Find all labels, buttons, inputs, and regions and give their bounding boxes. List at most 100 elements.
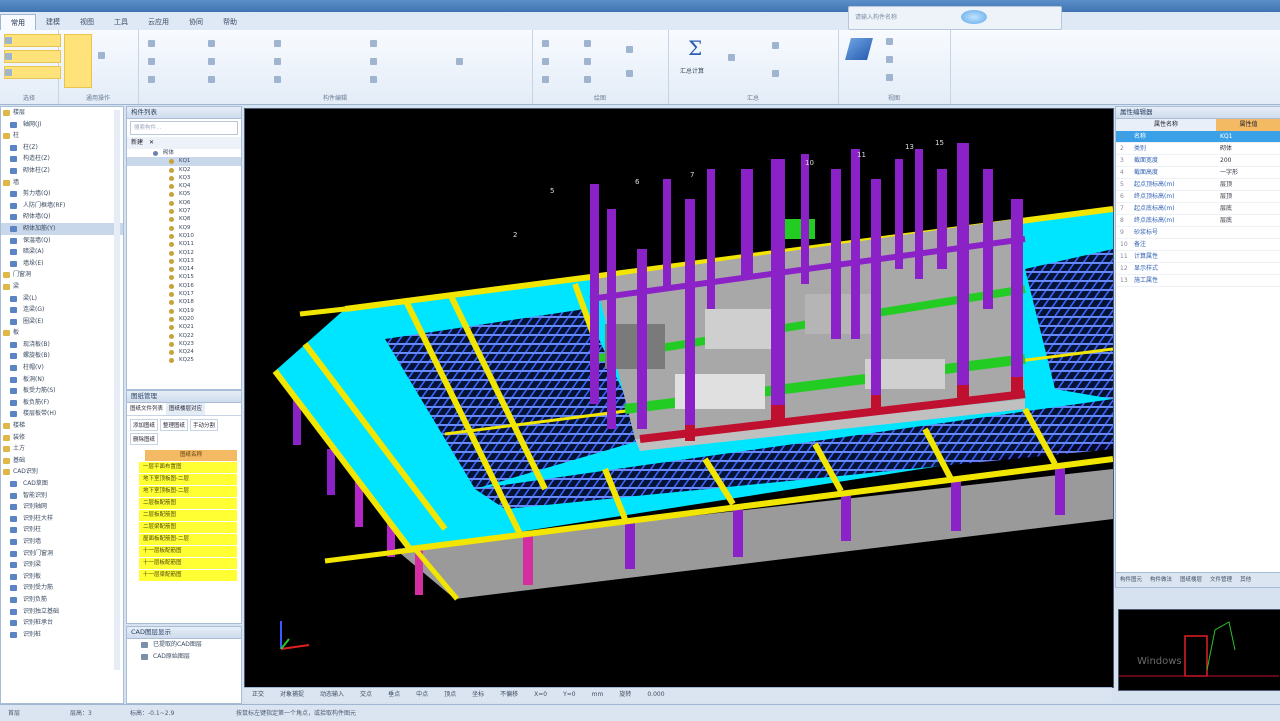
nav-item[interactable]: 识别桩 <box>1 629 123 641</box>
component-item[interactable]: KQ13 <box>127 257 241 265</box>
component-item[interactable]: KQ7 <box>127 207 241 215</box>
rotate-input[interactable]: 0.000 <box>639 688 672 702</box>
component-item[interactable]: KQ3 <box>127 174 241 182</box>
property-row[interactable]: 5 起点顶标高(m) 层顶 <box>1116 179 1280 191</box>
tab-modeling[interactable]: 建模 <box>36 14 70 30</box>
offset-select[interactable]: 不偏移 <box>492 688 526 702</box>
nav-folder[interactable]: CAD识别 <box>1 466 123 478</box>
nav-item[interactable]: CAD草图 <box>1 478 123 490</box>
batch-layout-button[interactable] <box>626 68 671 79</box>
delete-component-button[interactable]: ✕ <box>149 137 154 149</box>
nav-item[interactable]: 识别墙 <box>1 536 123 548</box>
search-icon[interactable] <box>961 10 987 24</box>
right-tab[interactable]: 构件做法 <box>1146 573 1176 587</box>
tab-common[interactable]: 常用 <box>0 14 36 31</box>
nav-item[interactable]: 识别轴网 <box>1 501 123 513</box>
split-drawing-button[interactable]: 手动分割 <box>190 419 219 431</box>
quick-search[interactable]: 请输入构件名称 <box>848 6 1062 30</box>
nav-item[interactable]: 识别梁 <box>1 559 123 571</box>
nav-item[interactable]: 楼层板带(H) <box>1 408 123 420</box>
property-row[interactable]: 12 显示样式 <box>1116 263 1280 275</box>
line-button[interactable] <box>542 56 585 67</box>
component-item[interactable]: KQ14 <box>127 265 241 273</box>
smart-layout-button[interactable] <box>584 56 625 67</box>
nav-item[interactable]: 柱(Z) <box>1 142 123 154</box>
dynamic-input-toggle[interactable]: 动态输入 <box>312 688 352 702</box>
nav-item[interactable]: 板洞(N) <box>1 374 123 386</box>
component-item[interactable]: KQ25 <box>127 356 241 364</box>
x-input[interactable]: X=0 <box>526 688 555 702</box>
merge-button[interactable] <box>370 74 445 85</box>
sigma-icon[interactable]: Σ <box>688 36 702 60</box>
component-item[interactable]: KQ9 <box>127 224 241 232</box>
nav-item[interactable]: 识别板 <box>1 571 123 583</box>
extend-button[interactable] <box>274 56 345 67</box>
nav-item[interactable]: 柱帽(V) <box>1 362 123 374</box>
nav-item[interactable]: 板负筋(F) <box>1 397 123 409</box>
component-item[interactable]: KQ15 <box>127 273 241 281</box>
summary-calc-label[interactable]: 汇总计算 <box>680 66 704 75</box>
tab-drawing-files[interactable]: 图纸文件列表 <box>127 403 167 415</box>
nav-item[interactable]: 连梁(G) <box>1 304 123 316</box>
break-button[interactable] <box>370 56 445 67</box>
status-floor[interactable]: 首层 <box>8 708 20 717</box>
nav-folder[interactable]: 基础 <box>1 455 123 467</box>
nav-folder[interactable]: 土方 <box>1 443 123 455</box>
offset-button[interactable] <box>370 38 445 49</box>
large-select-button[interactable] <box>64 34 92 88</box>
point-button[interactable] <box>542 38 585 49</box>
component-item[interactable]: KQ6 <box>127 199 241 207</box>
nav-item[interactable]: 砌体加筋(Y) <box>1 222 123 235</box>
nav-folder[interactable]: 装修 <box>1 432 123 444</box>
right-tab[interactable]: 文件管理 <box>1206 573 1236 587</box>
partial-3d-button[interactable] <box>886 72 941 83</box>
nav-item[interactable]: 保温墙(Q) <box>1 235 123 247</box>
drawing-sheet-row[interactable]: 一层平面布置图 <box>139 462 237 473</box>
nav-folder[interactable]: 楼梯 <box>1 420 123 432</box>
copy-button[interactable] <box>208 38 265 49</box>
component-item[interactable]: KQ18 <box>127 298 241 306</box>
align-button[interactable] <box>274 38 371 49</box>
nav-item[interactable]: 识别受力筋 <box>1 582 123 594</box>
nav-item[interactable]: 砌体墙(Q) <box>1 211 123 223</box>
property-row[interactable]: 6 终点顶标高(m) 层顶 <box>1116 191 1280 203</box>
component-item[interactable]: KQ4 <box>127 182 241 190</box>
mirror-button[interactable] <box>208 74 265 85</box>
component-search-input[interactable]: 搜索构件... <box>130 121 238 135</box>
drawing-sheet-row[interactable]: 二层梁配筋图 <box>139 522 237 533</box>
nav-item[interactable]: 识别柱 <box>1 524 123 536</box>
property-row[interactable]: 2 类别 砌体 <box>1116 143 1280 155</box>
nav-tree-scrollbar[interactable] <box>114 110 120 670</box>
batch-select-button[interactable] <box>98 50 139 61</box>
component-item[interactable]: KQ5 <box>127 190 241 198</box>
minimap[interactable]: Windows <box>1118 609 1280 691</box>
define-button[interactable] <box>148 38 207 49</box>
rotate-point-button[interactable] <box>584 74 625 85</box>
edit-rebar-button[interactable] <box>772 68 839 79</box>
component-item[interactable]: KQ20 <box>127 315 241 323</box>
organize-drawing-button[interactable]: 整理图纸 <box>160 419 189 431</box>
nav-folder[interactable]: 板 <box>1 327 123 339</box>
property-row[interactable]: 4 截面高度 一字形 <box>1116 167 1280 179</box>
drawing-sheet-row[interactable]: 地下室顶板图-二层 <box>139 486 237 497</box>
add-drawing-button[interactable]: 添加图纸 <box>130 419 159 431</box>
nav-item[interactable]: 人防门框墙(RF) <box>1 200 123 212</box>
split-button[interactable] <box>456 56 517 67</box>
tab-tools[interactable]: 工具 <box>104 14 138 30</box>
property-row[interactable]: 10 备注 <box>1116 239 1280 251</box>
dynamic-view-button[interactable] <box>886 54 941 65</box>
drawing-sheet-row[interactable]: 十一层梁配筋图 <box>139 570 237 581</box>
component-item[interactable]: KQ24 <box>127 348 241 356</box>
snap-coordinate[interactable]: 坐标 <box>464 688 492 702</box>
layout-button[interactable] <box>626 44 671 55</box>
snap-vertex[interactable]: 顶点 <box>436 688 464 702</box>
new-component-button[interactable]: 新建 <box>131 137 143 149</box>
3d-viewport[interactable]: 6 7 10 11 13 15 5 2 <box>244 108 1114 688</box>
tab-help[interactable]: 帮助 <box>213 14 247 30</box>
nav-item[interactable]: 识别柱大样 <box>1 513 123 525</box>
tab-view[interactable]: 视图 <box>70 14 104 30</box>
nav-item[interactable]: 砌体柱(Z) <box>1 165 123 177</box>
snap-toggle[interactable]: 对象捕捉 <box>272 688 312 702</box>
nav-folder[interactable]: 梁 <box>1 281 123 293</box>
view-report-button[interactable] <box>728 52 779 63</box>
